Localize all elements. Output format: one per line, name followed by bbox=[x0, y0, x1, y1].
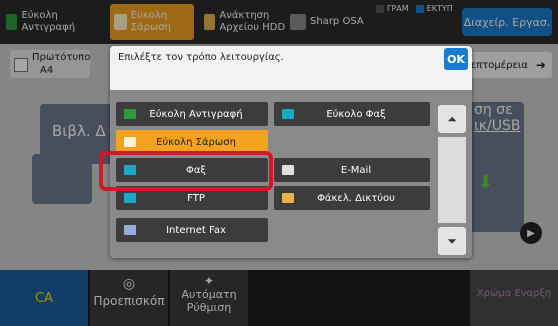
mode-label: E-Mail bbox=[340, 164, 372, 176]
mode-internet-fax[interactable]: Internet Fax bbox=[116, 218, 268, 242]
ftp-icon bbox=[124, 193, 136, 203]
copy-icon bbox=[124, 109, 136, 119]
mode-label: Internet Fax bbox=[166, 224, 226, 236]
folder-icon bbox=[282, 193, 294, 203]
mode-label: Εύκολο Φαξ bbox=[326, 108, 386, 120]
scroll-up-icon[interactable]: ⏶ bbox=[438, 105, 466, 133]
mode-network-folder[interactable]: Φάκελ. Δικτύου bbox=[274, 186, 430, 210]
scroll-track[interactable] bbox=[438, 137, 466, 223]
selection-highlight bbox=[99, 151, 273, 191]
scan-icon bbox=[124, 137, 136, 147]
mode-label: Εύκολη Αντιγραφή bbox=[149, 108, 243, 120]
list-scrollbar[interactable]: ⏶ ⏷ bbox=[436, 105, 466, 255]
mode-easy-copy[interactable]: Εύκολη Αντιγραφή bbox=[116, 102, 268, 126]
internet-fax-icon bbox=[124, 225, 136, 235]
mode-label: FTP bbox=[187, 192, 205, 204]
email-icon bbox=[282, 165, 294, 175]
fax-icon bbox=[282, 109, 294, 119]
dialog-title: Επιλέξτε τον τρόπο λειτουργίας. bbox=[118, 52, 284, 63]
mode-label: Φάκελ. Δικτύου bbox=[317, 192, 395, 204]
mode-label: Εύκολη Σάρωση bbox=[156, 136, 236, 148]
scroll-down-icon[interactable]: ⏷ bbox=[438, 227, 466, 255]
ok-button[interactable]: OK bbox=[444, 48, 468, 70]
mode-email[interactable]: E-Mail bbox=[274, 158, 430, 182]
mode-easy-fax[interactable]: Εύκολο Φαξ bbox=[274, 102, 430, 126]
